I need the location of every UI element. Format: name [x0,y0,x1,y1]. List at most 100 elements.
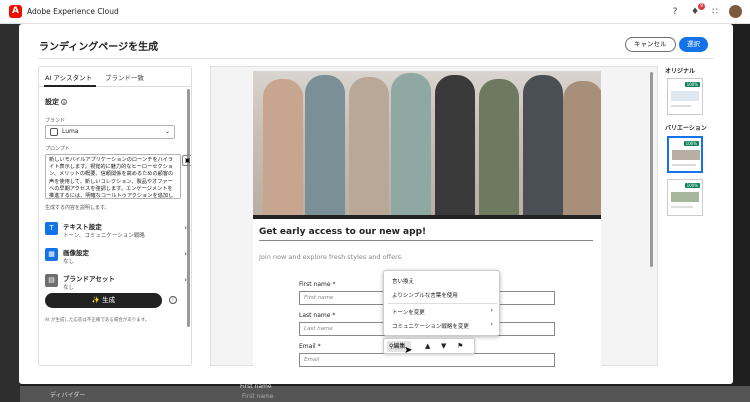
brand-assets-item[interactable]: ▤ ブランドアセット なし › [45,271,187,293]
prompt-library-icon[interactable]: ▣ [182,155,191,166]
info-icon[interactable]: i [169,296,177,304]
settings-panel: AI アシスタント ブランド一致 設定 i ブランド Luma ⌄ プロンプト 新… [38,66,192,366]
hero-person [435,75,475,219]
avatar[interactable] [729,5,742,18]
divider-item: ディバイダー [50,392,86,399]
thumb-image [671,91,699,101]
headline-divider [259,240,593,241]
score-badge: 100% [684,183,700,188]
menu-divider [388,303,497,304]
thumbs-up-icon[interactable]: ▲ [425,342,430,350]
hero-person [479,79,519,219]
score-badge: 100% [683,141,699,146]
thumbs-down-icon[interactable]: ▼ [441,342,446,350]
setting-sub: なし [63,259,75,265]
flag-icon[interactable]: ⚑ [457,342,463,350]
generate-label: 生成 [102,296,116,304]
variation-thumbnail-2[interactable]: 100% [667,179,703,216]
bell-icon[interactable]: ♦ 9 [689,2,705,18]
variation-label: バリエーション [665,125,707,132]
variation-thumbnail-1[interactable]: 100% [667,136,703,173]
thumb-line [672,164,696,166]
section-title: 設定 i [45,97,67,107]
generate-landing-page-dialog: ランディングページを生成 キャンセル 選択 AI アシスタント ブランド一致 設… [19,24,733,384]
preview-scrollbar[interactable] [650,72,653,267]
setting-sub: なし [63,285,75,291]
label-text: Last name [299,312,331,319]
menu-item-change-strategy[interactable]: コミュニケーション戦略を変更 [392,322,469,330]
brand-icon [50,128,58,136]
hero-person [305,75,345,219]
text-toolbar: ⚲編集 ▲ ▼ ⚑ [383,338,475,354]
app-title: Adobe Experience Cloud [27,7,119,16]
chevron-right-icon: › [184,250,187,258]
text-settings-item[interactable]: T テキスト設定 トーン、コミュニケーション戦略 › [45,219,187,241]
tab-brand-match[interactable]: ブランド一致 [105,72,144,82]
ai-context-menu: 言い換え よりシンプルな言葉を使用 トーンを変更 › コミュニケーション戦略を変… [383,270,500,336]
bg-field-placeholder: First name [242,393,274,400]
prompt-label: プロンプト [45,146,70,152]
label-text: Email [299,343,316,350]
label-text: First name [299,281,331,288]
dialog-title: ランディングページを生成 [39,42,159,53]
ai-disclaimer: AI が生成した応答は不正確である場合があります。 [45,318,150,323]
setting-title: テキスト設定 [63,223,102,231]
select-button[interactable]: 選択 [679,37,708,52]
email-label: Email * [299,343,321,350]
image-icon: ▦ [45,248,58,261]
thumb-image [671,192,699,202]
tab-ai-assistant[interactable]: AI アシスタント [45,72,92,82]
chevron-right-icon: › [490,321,493,328]
notification-badge: 9 [698,2,705,10]
hero-person [563,81,601,219]
email-field[interactable]: Email [299,353,555,367]
app-header: A Adobe Experience Cloud ? ♦ 9 ∷ [0,0,750,24]
asset-icon: ▤ [45,274,58,287]
header-divider [39,58,713,59]
original-thumbnail[interactable]: 100% [667,78,703,115]
thumb-line [671,105,691,107]
bg-field-label: First name [240,383,272,390]
apps-grid-icon[interactable]: ∷ [709,6,721,18]
brand-value: Luma [62,128,79,135]
brand-label: ブランド [45,118,66,124]
last-name-label: Last name * [299,312,336,319]
variations-column: オリジナル 100% バリエーション 100% 100% [665,66,725,366]
hero-image [253,71,601,219]
subheadline[interactable]: Join now and explore fresh styles and of… [259,253,403,261]
original-label: オリジナル [665,68,696,75]
menu-item-change-tone[interactable]: トーンを変更 [392,308,425,316]
menu-item-rephrase[interactable]: 言い換え [392,277,414,285]
mouse-cursor-icon: ➤ [404,345,413,356]
setting-title: ブランドアセット [63,275,115,283]
menu-item-simplify[interactable]: よりシンプルな言葉を使用 [392,291,458,299]
chevron-down-icon: ⌄ [164,128,170,135]
hero-person [263,79,303,219]
thumb-image [672,150,700,160]
cancel-button[interactable]: キャンセル [625,37,676,52]
help-icon[interactable]: ? [669,6,681,18]
prompt-input[interactable]: 新しいモバイルアプリケーションのローンチをハイライト表示します。視覚的に魅力的な… [45,154,181,199]
brand-select[interactable]: Luma ⌄ [45,125,175,139]
setting-sub: トーン、コミュニケーション戦略 [63,233,145,239]
generate-button[interactable]: ✨ 生成 [45,293,162,308]
first-name-label: First name * [299,281,336,288]
image-settings-item[interactable]: ▦ 画像設定 なし › [45,245,187,267]
hero-person [349,77,389,219]
panel-scrollbar[interactable] [187,89,190,327]
background-strip: ディバイダー First name First name [20,383,750,402]
chevron-right-icon: › [184,276,187,284]
score-badge: 100% [684,82,700,87]
sparkle-icon: ✨ [91,296,103,304]
text-icon: T [45,222,58,235]
section-title-text: 設定 [45,98,59,106]
headline[interactable]: Get early access to our new app! [259,227,426,237]
chevron-right-icon: › [490,307,493,314]
panel-tabs: AI アシスタント ブランド一致 [39,67,191,87]
info-icon[interactable]: i [61,99,67,105]
hero-person [391,73,431,219]
prompt-hint: 生成する内容を説明します。 [45,205,110,211]
adobe-logo-icon[interactable]: A [9,5,22,18]
chevron-right-icon: › [184,224,187,232]
thumb-line [671,206,693,208]
